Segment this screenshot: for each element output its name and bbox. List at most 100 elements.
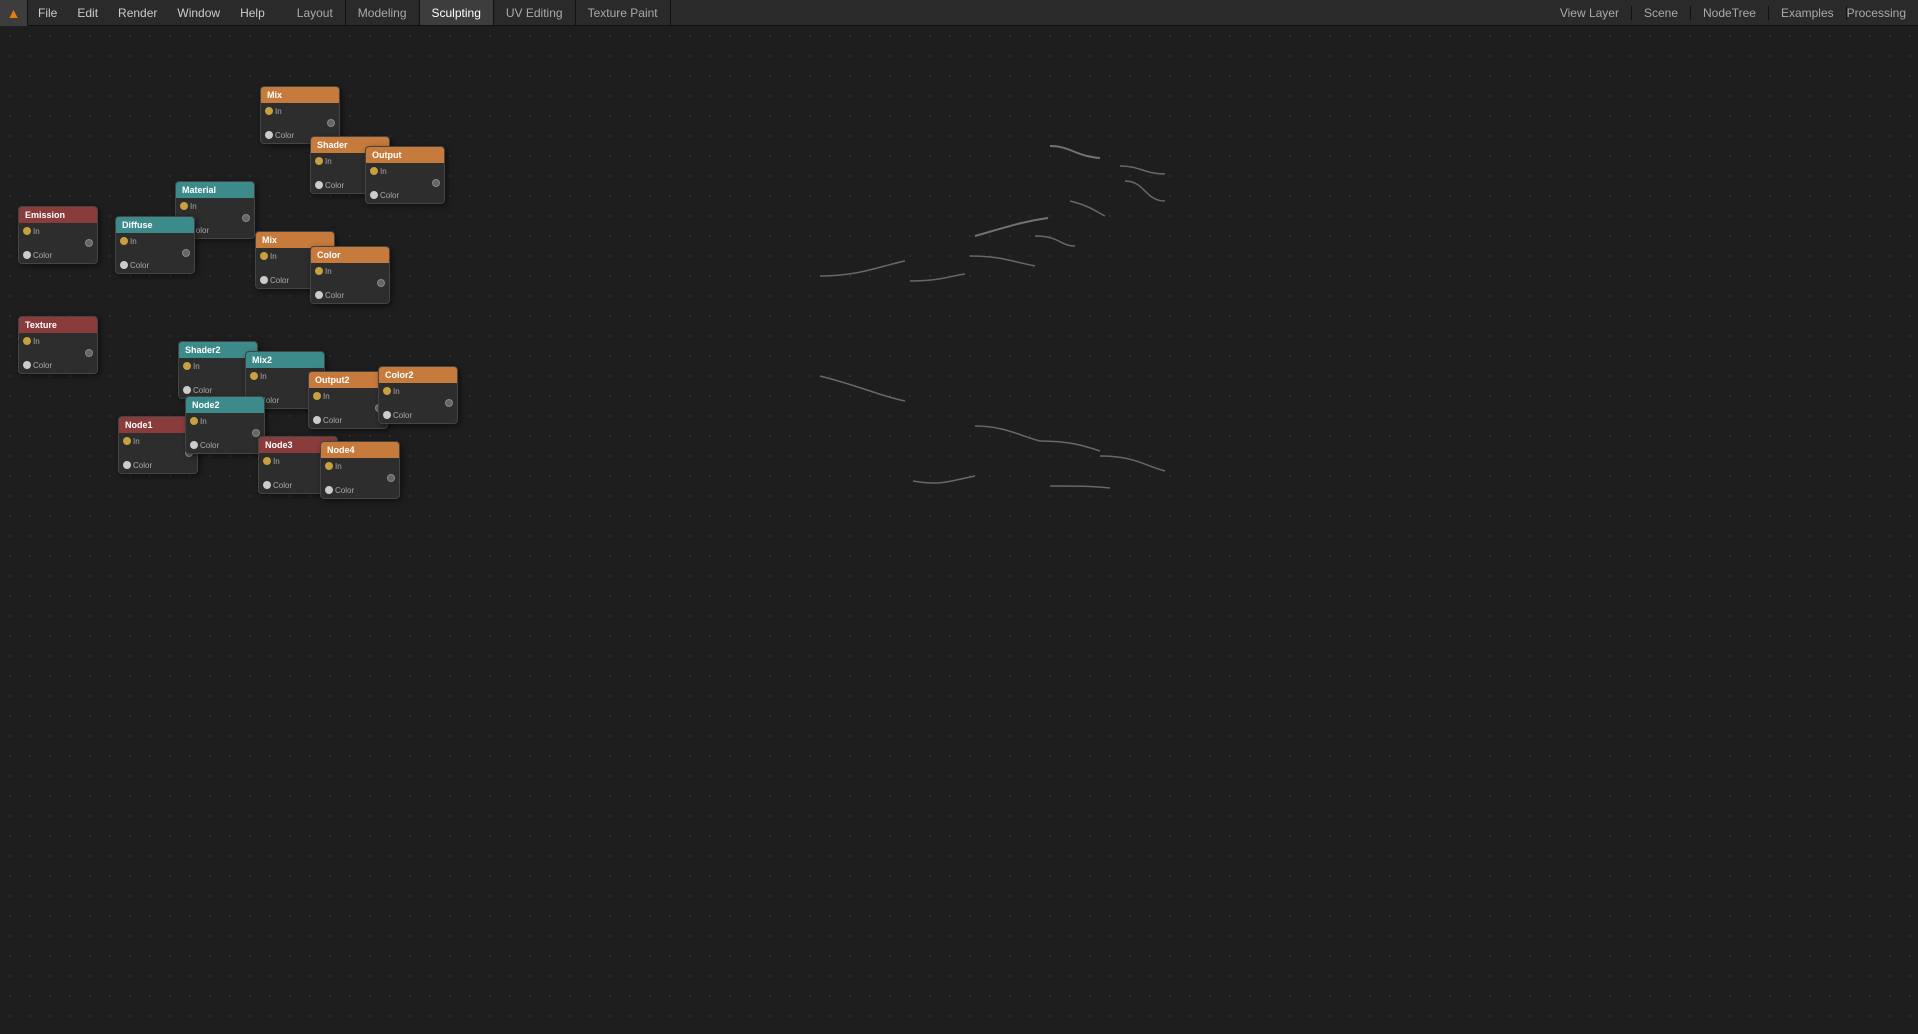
node-row-1: In (183, 360, 253, 372)
node-header-n4: Material (176, 182, 254, 198)
socket-label2: Color (133, 461, 152, 470)
node-row-2 (23, 347, 93, 359)
socket-in2 (370, 191, 378, 199)
node-body-n17: In Color (321, 458, 399, 498)
header-right: View Layer Scene NodeTree Examples Proce… (1548, 6, 1918, 20)
node-row-1: In (180, 200, 250, 212)
node-card-n5[interactable]: Diffuse In Color (115, 216, 195, 274)
menu-edit[interactable]: Edit (67, 0, 108, 25)
socket-label: In (33, 337, 40, 346)
socket-label2: Color (393, 411, 412, 420)
node-card-n17[interactable]: Node4 In Color (320, 441, 400, 499)
node-row-3: Color (123, 459, 193, 471)
socket-in2 (315, 181, 323, 189)
socket-in (23, 337, 31, 345)
node-row-3: Color (370, 189, 440, 201)
node-canvas[interactable]: Mix In Color Shader In (0, 26, 1918, 1034)
menu-help[interactable]: Help (230, 0, 275, 25)
tab-view-layer[interactable]: View Layer (1548, 6, 1632, 20)
node-header-n3: Output (366, 147, 444, 163)
socket-out (327, 119, 335, 127)
socket-label: In (323, 392, 330, 401)
node-row-2 (23, 237, 93, 249)
socket-label2: Color (200, 441, 219, 450)
socket-in (250, 372, 258, 380)
tab-sculpting[interactable]: Sculpting (420, 0, 494, 25)
socket-label2: Color (380, 191, 399, 200)
node-body-n9: In Color (19, 333, 97, 373)
tab-scene[interactable]: Scene (1632, 6, 1691, 20)
node-row-2 (123, 447, 193, 459)
node-header-n11: Mix2 (246, 352, 324, 368)
node-body-n6: In Color (19, 223, 97, 263)
node-card-n9[interactable]: Texture In Color (18, 316, 98, 374)
menu-items: File Edit Render Window Help (28, 0, 275, 25)
node-card-n3[interactable]: Output In Color (365, 146, 445, 204)
node-row-1: In (265, 105, 335, 117)
node-header-n15: Node2 (186, 397, 264, 413)
socket-label2: Color (33, 251, 52, 260)
socket-in2 (263, 481, 271, 489)
node-header-n8: Color (311, 247, 389, 263)
node-row-2 (313, 402, 383, 414)
node-card-n15[interactable]: Node2 In Color (185, 396, 265, 454)
socket-out (242, 214, 250, 222)
node-editor-panel: ☰ View Select Add Node ⚙ ✕ (790, 26, 1918, 1034)
socket-out (182, 249, 190, 257)
node-card-n6[interactable]: Emission In Color (18, 206, 98, 264)
socket-label: In (325, 267, 332, 276)
tab-uv-editing[interactable]: UV Editing (494, 0, 576, 25)
socket-in2 (23, 361, 31, 369)
node-card-n12[interactable]: Output2 In Color (308, 371, 388, 429)
tab-node-tree[interactable]: NodeTree (1691, 6, 1769, 20)
tab-modeling[interactable]: Modeling (346, 0, 420, 25)
node-card-n13[interactable]: Color2 In Color (378, 366, 458, 424)
node-row-3: Color (313, 414, 383, 426)
socket-out (85, 239, 93, 247)
socket-label2: Color (323, 416, 342, 425)
tab-layout[interactable]: Layout (285, 0, 346, 25)
socket-label: In (325, 157, 332, 166)
socket-in2 (265, 131, 273, 139)
socket-in (263, 457, 271, 465)
socket-in2 (23, 251, 31, 259)
node-body-n15: In Color (186, 413, 264, 453)
node-body-n8: In Color (311, 263, 389, 303)
menu-file[interactable]: File (28, 0, 67, 25)
node-row-3: Color (383, 409, 453, 421)
socket-in2 (315, 291, 323, 299)
socket-in (120, 237, 128, 245)
menu-window[interactable]: Window (167, 0, 230, 25)
tab-examples[interactable]: Examples (1769, 6, 1847, 20)
node-header-n17: Node4 (321, 442, 399, 458)
node-row-1: In (190, 415, 260, 427)
node-row-3: Color (190, 439, 260, 451)
menu-render[interactable]: Render (108, 0, 167, 25)
tab-texture-paint[interactable]: Texture Paint (576, 0, 671, 25)
socket-label: In (335, 462, 342, 471)
node-row-1: In (370, 165, 440, 177)
socket-out (85, 349, 93, 357)
socket-out (432, 179, 440, 187)
socket-label: In (260, 372, 267, 381)
socket-in2 (120, 261, 128, 269)
socket-label2: Color (130, 261, 149, 270)
socket-out (387, 474, 395, 482)
node-header-n9: Texture (19, 317, 97, 333)
node-row-3: Color (23, 249, 93, 261)
socket-in (265, 107, 273, 115)
node-row-2 (265, 117, 335, 129)
node-row-2 (325, 472, 395, 484)
processing-label: Processing (1847, 6, 1918, 20)
node-header-n5: Diffuse (116, 217, 194, 233)
node-row-2 (120, 247, 190, 259)
node-row-2 (190, 427, 260, 439)
node-card-n8[interactable]: Color In Color (310, 246, 390, 304)
socket-label: In (270, 252, 277, 261)
socket-out (445, 399, 453, 407)
socket-in (123, 437, 131, 445)
node-body-n13: In Color (379, 383, 457, 423)
node-row-3: Color (23, 359, 93, 371)
node-body-n3: In Color (366, 163, 444, 203)
socket-out (377, 279, 385, 287)
